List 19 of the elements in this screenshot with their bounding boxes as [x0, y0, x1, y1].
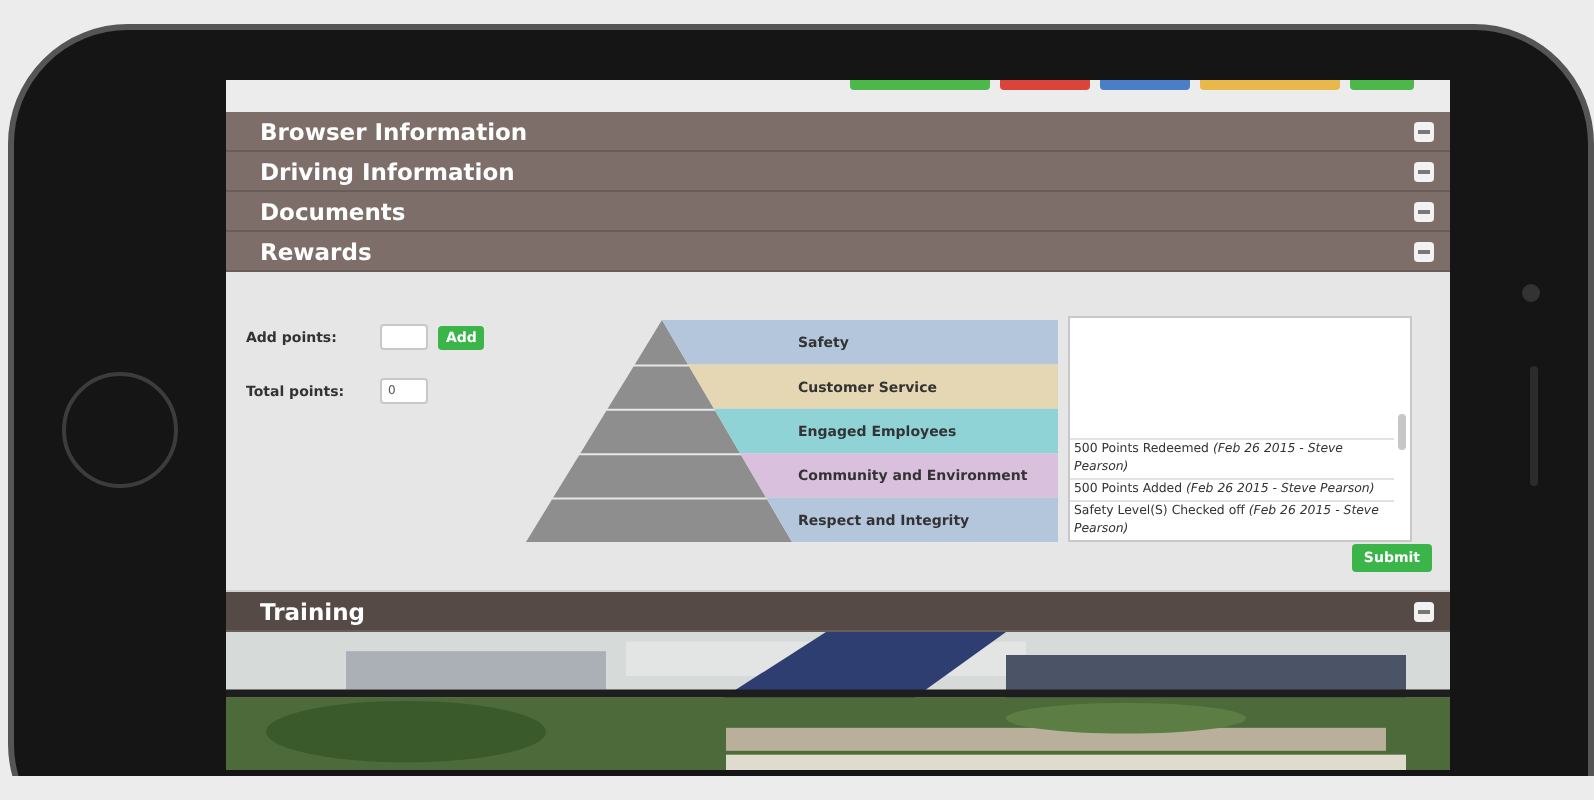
points-input[interactable] [380, 324, 428, 350]
collapse-icon[interactable] [1414, 121, 1434, 141]
section-header[interactable]: Driving Information [226, 152, 1450, 192]
header-button[interactable] [1200, 80, 1340, 90]
header-button[interactable] [850, 80, 990, 90]
header-button[interactable] [1100, 80, 1190, 90]
collapse-icon[interactable] [1414, 201, 1434, 221]
section-header[interactable]: Documents [226, 192, 1450, 232]
section-header[interactable]: Browser Information [226, 112, 1450, 152]
header-button[interactable] [1000, 80, 1090, 90]
section-header[interactable]: Training [226, 592, 1450, 632]
collapse-icon[interactable] [1414, 241, 1434, 261]
header-button[interactable] [1350, 80, 1414, 90]
camera-icon [1522, 284, 1540, 302]
home-button[interactable] [62, 371, 178, 487]
scrollbar[interactable] [1398, 414, 1406, 450]
collapse-icon[interactable] [1414, 161, 1434, 181]
section-header[interactable]: Rewards [226, 232, 1450, 272]
collapse-icon[interactable] [1414, 601, 1434, 621]
